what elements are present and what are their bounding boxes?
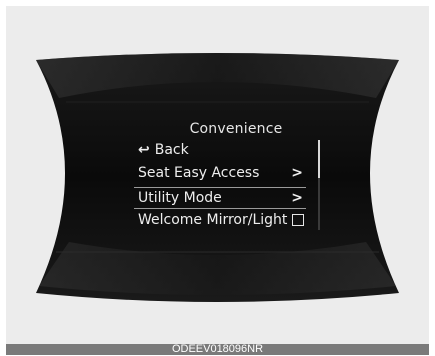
welcome-light-checkbox[interactable]: [292, 214, 304, 226]
image-caption: ODEEV018096NR: [171, 343, 264, 355]
menu-item-label: Welcome Mirror/Light: [138, 212, 288, 228]
chevron-right-icon: >: [291, 165, 303, 181]
menu-scrollbar[interactable]: [318, 140, 320, 230]
caption-bar: ODEEV018096NR: [6, 343, 429, 355]
menu-title: Convenience: [189, 121, 283, 137]
menu-item-welcome-mirror-light[interactable]: Welcome Mirror/Light: [134, 210, 306, 230]
convenience-menu: Convenience ↩ Back Seat Easy Access > Uti…: [6, 6, 429, 344]
scrollbar-thumb[interactable]: [318, 140, 320, 178]
menu-item-label: Back: [154, 142, 189, 158]
screenshot-canvas: Convenience ↩ Back Seat Easy Access > Uti…: [6, 6, 429, 344]
back-arrow-icon: ↩: [138, 142, 150, 158]
menu-item-utility-mode[interactable]: Utility Mode >: [134, 187, 306, 209]
chevron-right-icon: >: [291, 190, 303, 206]
menu-item-back[interactable]: ↩ Back: [134, 140, 306, 160]
menu-item-label: Seat Easy Access: [138, 165, 260, 181]
menu-item-label: Utility Mode: [138, 190, 222, 206]
menu-item-seat-easy-access[interactable]: Seat Easy Access >: [134, 163, 306, 183]
